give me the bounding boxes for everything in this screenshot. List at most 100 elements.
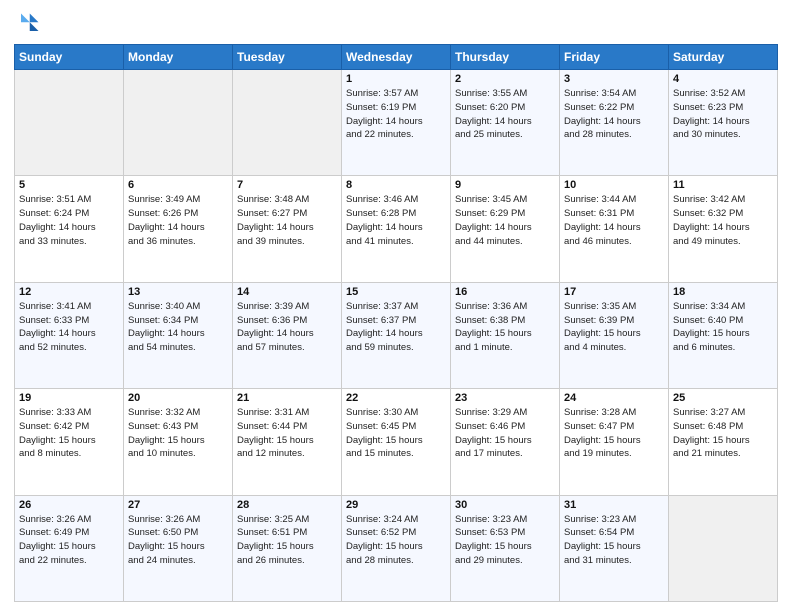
calendar-day-header: Thursday [451,45,560,70]
day-info: Sunrise: 3:40 AM Sunset: 6:34 PM Dayligh… [128,300,228,355]
logo-icon [14,10,42,38]
calendar-day-header: Tuesday [233,45,342,70]
day-number: 22 [346,392,446,404]
day-number: 18 [673,286,773,298]
day-info: Sunrise: 3:24 AM Sunset: 6:52 PM Dayligh… [346,513,446,568]
calendar-day-header: Saturday [669,45,778,70]
day-info: Sunrise: 3:37 AM Sunset: 6:37 PM Dayligh… [346,300,446,355]
calendar-cell: 3 Sunrise: 3:54 AM Sunset: 6:22 PM Daylig… [560,70,669,176]
day-info: Sunrise: 3:54 AM Sunset: 6:22 PM Dayligh… [564,87,664,142]
day-number: 17 [564,286,664,298]
calendar-day-header: Friday [560,45,669,70]
day-info: Sunrise: 3:44 AM Sunset: 6:31 PM Dayligh… [564,193,664,248]
day-info: Sunrise: 3:52 AM Sunset: 6:23 PM Dayligh… [673,87,773,142]
day-info: Sunrise: 3:35 AM Sunset: 6:39 PM Dayligh… [564,300,664,355]
calendar-cell: 9 Sunrise: 3:45 AM Sunset: 6:29 PM Daylig… [451,176,560,282]
day-number: 6 [128,179,228,191]
day-info: Sunrise: 3:51 AM Sunset: 6:24 PM Dayligh… [19,193,119,248]
day-number: 14 [237,286,337,298]
day-number: 12 [19,286,119,298]
day-info: Sunrise: 3:46 AM Sunset: 6:28 PM Dayligh… [346,193,446,248]
calendar-week-row: 12Sunrise: 3:41 AM Sunset: 6:33 PM Dayli… [15,282,778,388]
day-number: 16 [455,286,555,298]
calendar-cell: 14 Sunrise: 3:39 AM Sunset: 6:36 PM Dayli… [233,282,342,388]
day-number: 20 [128,392,228,404]
day-info: Sunrise: 3:26 AM Sunset: 6:49 PM Dayligh… [19,513,119,568]
calendar-cell: 11 Sunrise: 3:42 AM Sunset: 6:32 PM Dayli… [669,176,778,282]
calendar-cell: 26 Sunrise: 3:26 AM Sunset: 6:49 PM Dayli… [15,495,124,601]
calendar-cell: 15Sunrise: 3:37 AM Sunset: 6:37 PM Dayli… [342,282,451,388]
logo [14,10,46,38]
day-number: 31 [564,499,664,511]
calendar-cell: 2 Sunrise: 3:55 AM Sunset: 6:20 PM Daylig… [451,70,560,176]
calendar-cell: 27 Sunrise: 3:26 AM Sunset: 6:50 PM Dayli… [124,495,233,601]
day-number: 19 [19,392,119,404]
calendar-cell [669,495,778,601]
calendar-cell: 16 Sunrise: 3:36 AM Sunset: 6:38 PM Dayli… [451,282,560,388]
day-info: Sunrise: 3:30 AM Sunset: 6:45 PM Dayligh… [346,406,446,461]
day-number: 27 [128,499,228,511]
day-number: 5 [19,179,119,191]
day-info: Sunrise: 3:25 AM Sunset: 6:51 PM Dayligh… [237,513,337,568]
day-number: 9 [455,179,555,191]
day-number: 13 [128,286,228,298]
calendar-cell: 24 Sunrise: 3:28 AM Sunset: 6:47 PM Dayli… [560,389,669,495]
calendar-week-row: 26 Sunrise: 3:26 AM Sunset: 6:49 PM Dayli… [15,495,778,601]
calendar-cell: 23 Sunrise: 3:29 AM Sunset: 6:46 PM Dayli… [451,389,560,495]
calendar-cell: 29Sunrise: 3:24 AM Sunset: 6:52 PM Dayli… [342,495,451,601]
calendar-day-header: Monday [124,45,233,70]
calendar-table: SundayMondayTuesdayWednesdayThursdayFrid… [14,44,778,602]
calendar-cell: 10 Sunrise: 3:44 AM Sunset: 6:31 PM Dayli… [560,176,669,282]
header [14,10,778,38]
day-number: 25 [673,392,773,404]
calendar-cell: 21Sunrise: 3:31 AM Sunset: 6:44 PM Dayli… [233,389,342,495]
calendar-cell: 22 Sunrise: 3:30 AM Sunset: 6:45 PM Dayli… [342,389,451,495]
day-number: 10 [564,179,664,191]
day-number: 28 [237,499,337,511]
day-info: Sunrise: 3:33 AM Sunset: 6:42 PM Dayligh… [19,406,119,461]
calendar-cell: 7 Sunrise: 3:48 AM Sunset: 6:27 PM Daylig… [233,176,342,282]
day-info: Sunrise: 3:57 AM Sunset: 6:19 PM Dayligh… [346,87,446,142]
day-number: 26 [19,499,119,511]
day-info: Sunrise: 3:45 AM Sunset: 6:29 PM Dayligh… [455,193,555,248]
day-number: 4 [673,73,773,85]
day-number: 23 [455,392,555,404]
day-number: 11 [673,179,773,191]
calendar-week-row: 19 Sunrise: 3:33 AM Sunset: 6:42 PM Dayli… [15,389,778,495]
day-info: Sunrise: 3:32 AM Sunset: 6:43 PM Dayligh… [128,406,228,461]
day-info: Sunrise: 3:55 AM Sunset: 6:20 PM Dayligh… [455,87,555,142]
day-info: Sunrise: 3:48 AM Sunset: 6:27 PM Dayligh… [237,193,337,248]
day-number: 7 [237,179,337,191]
calendar-cell [124,70,233,176]
calendar-cell: 20 Sunrise: 3:32 AM Sunset: 6:43 PM Dayli… [124,389,233,495]
day-info: Sunrise: 3:34 AM Sunset: 6:40 PM Dayligh… [673,300,773,355]
day-info: Sunrise: 3:29 AM Sunset: 6:46 PM Dayligh… [455,406,555,461]
calendar-cell: 28 Sunrise: 3:25 AM Sunset: 6:51 PM Dayli… [233,495,342,601]
day-info: Sunrise: 3:36 AM Sunset: 6:38 PM Dayligh… [455,300,555,355]
day-info: Sunrise: 3:31 AM Sunset: 6:44 PM Dayligh… [237,406,337,461]
calendar-cell [15,70,124,176]
day-info: Sunrise: 3:49 AM Sunset: 6:26 PM Dayligh… [128,193,228,248]
day-info: Sunrise: 3:23 AM Sunset: 6:54 PM Dayligh… [564,513,664,568]
day-number: 3 [564,73,664,85]
calendar-cell [233,70,342,176]
day-info: Sunrise: 3:26 AM Sunset: 6:50 PM Dayligh… [128,513,228,568]
calendar-cell: 17 Sunrise: 3:35 AM Sunset: 6:39 PM Dayli… [560,282,669,388]
day-info: Sunrise: 3:23 AM Sunset: 6:53 PM Dayligh… [455,513,555,568]
day-number: 2 [455,73,555,85]
calendar-cell: 18 Sunrise: 3:34 AM Sunset: 6:40 PM Dayli… [669,282,778,388]
calendar-cell: 19 Sunrise: 3:33 AM Sunset: 6:42 PM Dayli… [15,389,124,495]
day-number: 24 [564,392,664,404]
calendar-cell: 8Sunrise: 3:46 AM Sunset: 6:28 PM Daylig… [342,176,451,282]
day-info: Sunrise: 3:28 AM Sunset: 6:47 PM Dayligh… [564,406,664,461]
page: SundayMondayTuesdayWednesdayThursdayFrid… [0,0,792,612]
calendar-cell: 6 Sunrise: 3:49 AM Sunset: 6:26 PM Daylig… [124,176,233,282]
calendar-cell: 12Sunrise: 3:41 AM Sunset: 6:33 PM Dayli… [15,282,124,388]
calendar-cell: 30Sunrise: 3:23 AM Sunset: 6:53 PM Dayli… [451,495,560,601]
calendar-cell: 31 Sunrise: 3:23 AM Sunset: 6:54 PM Dayli… [560,495,669,601]
calendar-day-header: Sunday [15,45,124,70]
day-info: Sunrise: 3:42 AM Sunset: 6:32 PM Dayligh… [673,193,773,248]
day-info: Sunrise: 3:39 AM Sunset: 6:36 PM Dayligh… [237,300,337,355]
day-number: 1 [346,73,446,85]
calendar-day-header: Wednesday [342,45,451,70]
